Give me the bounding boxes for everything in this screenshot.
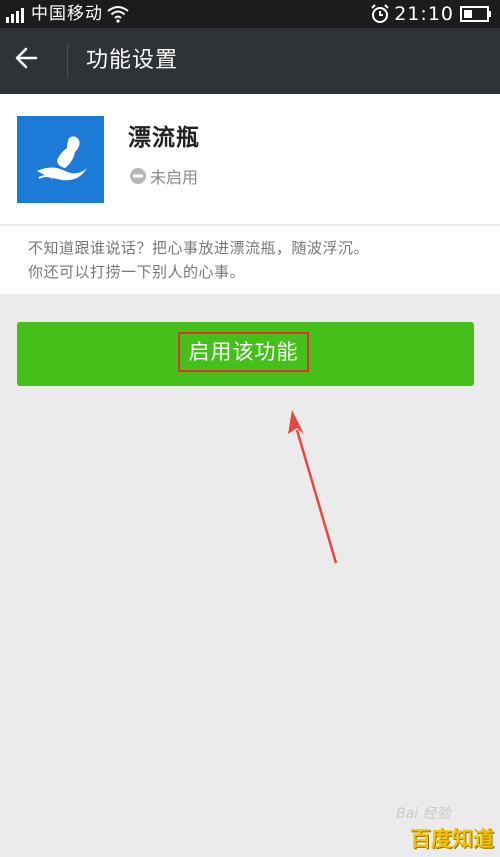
feature-name: 漂流瓶 bbox=[128, 125, 200, 151]
signal-icon bbox=[6, 5, 26, 23]
page-title: 功能设置 bbox=[86, 48, 179, 73]
back-button[interactable] bbox=[14, 45, 54, 77]
battery-icon bbox=[460, 6, 491, 22]
description-line-1: 不知道跟谁说话？把心事放进漂流瓶，随波浮沉。 bbox=[28, 239, 370, 257]
title-divider bbox=[67, 44, 68, 78]
back-arrow-icon bbox=[15, 47, 38, 69]
drift-bottle-graphic bbox=[37, 136, 87, 181]
status-left: 中国移动 bbox=[6, 3, 129, 25]
enable-feature-label: 启用该功能 bbox=[178, 332, 309, 372]
watermark-small: Bai 经验 bbox=[396, 806, 451, 822]
enable-feature-button[interactable]: 启用该功能 bbox=[17, 322, 474, 386]
wifi-icon bbox=[107, 6, 129, 23]
alarm-icon bbox=[371, 4, 389, 23]
description-text: 不知道跟谁说话？把心事放进漂流瓶，随波浮沉。 你还可以打捞一下别人的心事。 bbox=[28, 236, 478, 284]
feature-status: 未启用 bbox=[128, 164, 198, 188]
description-box: 不知道跟谁说话？把心事放进漂流瓶，随波浮沉。 你还可以打捞一下别人的心事。 bbox=[0, 226, 500, 294]
drift-bottle-icon bbox=[17, 116, 104, 203]
feature-status-label: 未启用 bbox=[150, 168, 199, 187]
watermark: Bai 经验 百度知道 bbox=[396, 803, 496, 853]
description-line-2: 你还可以打捞一下别人的心事。 bbox=[28, 263, 246, 281]
clock: 21:10 bbox=[394, 3, 454, 25]
watermark-logo: 百度知道 bbox=[410, 827, 494, 851]
status-right: 21:10 bbox=[370, 3, 492, 25]
carrier-name: 中国移动 bbox=[31, 4, 103, 24]
annotation-arrow-icon bbox=[288, 410, 338, 564]
disabled-status-icon bbox=[130, 168, 146, 184]
title-bar: 功能设置 bbox=[0, 28, 500, 94]
status-bar: 中国移动 21:10 bbox=[0, 0, 500, 28]
feature-card: 漂流瓶 未启用 bbox=[0, 94, 500, 224]
